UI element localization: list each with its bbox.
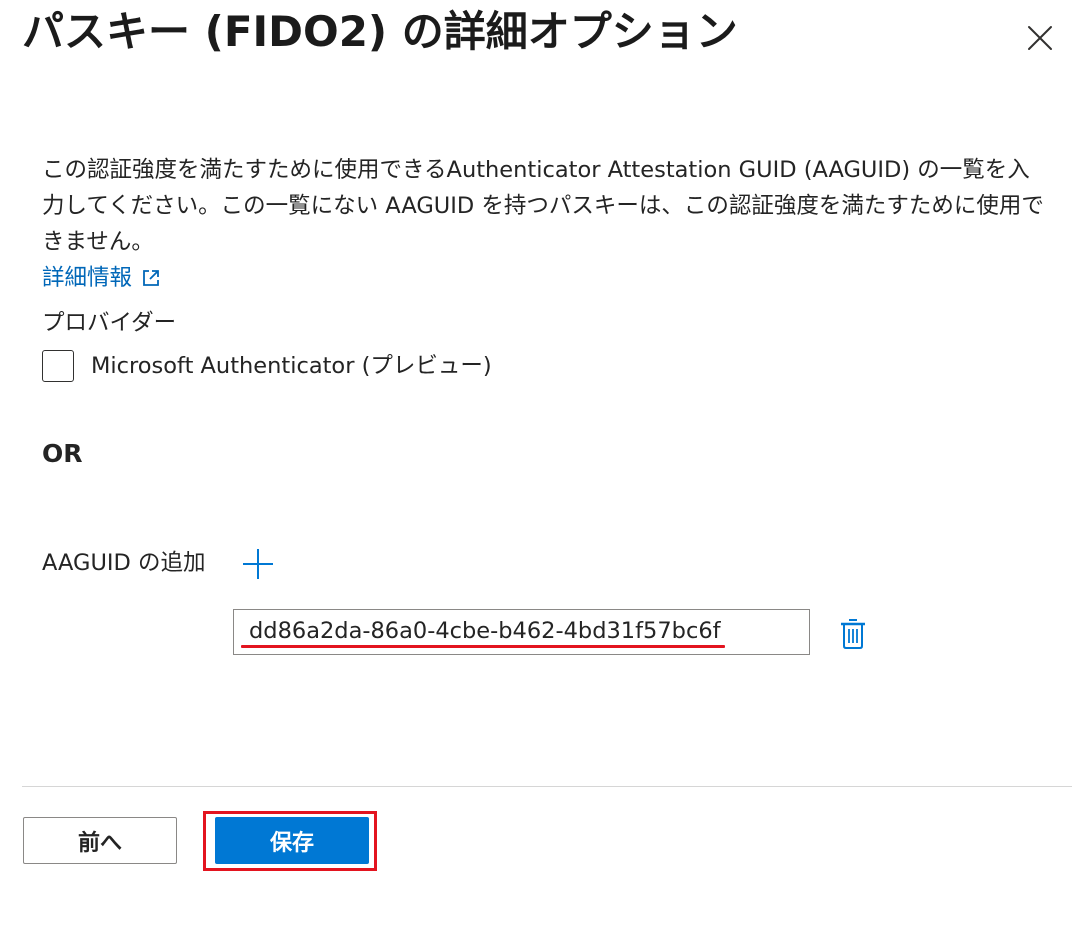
panel-title: パスキー (FIDO2) の詳細オプション <box>22 7 738 56</box>
delete-aaguid-button[interactable] <box>838 616 868 652</box>
aaguid-field[interactable] <box>233 609 810 655</box>
or-separator: OR <box>42 439 83 468</box>
aaguid-highlight-underline <box>241 645 725 648</box>
provider-option-microsoft-authenticator[interactable]: Microsoft Authenticator (プレビュー) <box>42 348 492 384</box>
save-button[interactable]: 保存 <box>215 817 369 864</box>
provider-option-label: Microsoft Authenticator (プレビュー) <box>91 353 492 379</box>
close-icon <box>1028 26 1052 50</box>
learn-more-link[interactable]: 詳細情報 <box>42 260 160 296</box>
trash-icon <box>841 619 865 649</box>
description-text: この認証強度を満たすために使用できるAuthenticator Attestat… <box>42 157 1044 255</box>
plus-icon <box>243 549 273 579</box>
add-aaguid-button[interactable] <box>240 546 276 582</box>
learn-more-label: 詳細情報 <box>42 265 133 291</box>
external-link-icon <box>143 270 159 286</box>
back-button[interactable]: 前へ <box>23 817 177 864</box>
aaguid-input[interactable] <box>249 614 799 648</box>
provider-label: プロバイダー <box>42 310 177 336</box>
provider-checkbox[interactable] <box>42 350 74 382</box>
close-button[interactable] <box>1022 20 1058 56</box>
footer-divider <box>22 786 1072 787</box>
aaguid-add-label: AAGUID の追加 <box>42 550 206 576</box>
